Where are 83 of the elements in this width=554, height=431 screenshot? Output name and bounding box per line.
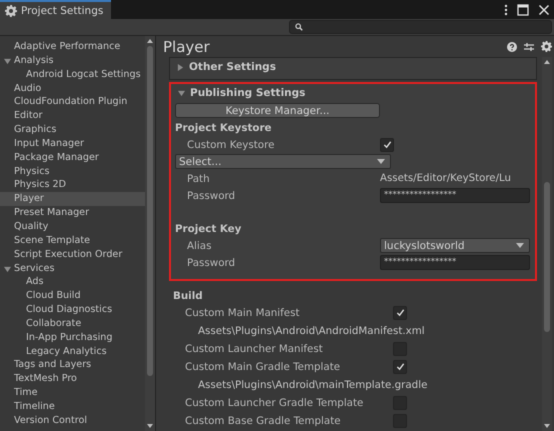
path-value: Assets\Plugins\Android\AndroidManifest.xml [197, 325, 425, 337]
close-icon[interactable] [538, 4, 550, 16]
sidebar-item[interactable]: Time [0, 386, 145, 400]
sidebar-item[interactable]: Services [0, 262, 145, 276]
checkmark-icon [382, 140, 392, 149]
sidebar-item[interactable]: Physics [0, 164, 145, 178]
group-heading: Project Keystore [174, 121, 273, 136]
sidebar-item[interactable]: Quality [0, 220, 145, 234]
field-label: Custom Launcher Manifest [184, 343, 324, 356]
sidebar-item[interactable]: Scene Template [0, 234, 145, 248]
sidebar-item[interactable]: Cloud Build [0, 289, 145, 304]
scrollbar[interactable] [145, 36, 155, 431]
sidebar-item[interactable]: Ads [0, 275, 145, 290]
sidebar-item[interactable]: Preset Manager [0, 206, 145, 220]
keystore-manager-button[interactable]: Keystore Manager... [175, 103, 380, 118]
search-field[interactable] [289, 20, 552, 34]
group-heading: Build [172, 289, 204, 304]
more-icon[interactable] [504, 4, 508, 16]
sidebar-item[interactable]: CloudFoundation Plugin [0, 95, 145, 110]
password-field[interactable]: ***************** [380, 255, 530, 270]
scroll-up-icon[interactable] [147, 39, 153, 43]
sidebar-item[interactable]: Timeline [0, 400, 145, 414]
dropdown[interactable]: luckyslotsworld [380, 238, 530, 253]
checkmark-icon [396, 362, 404, 372]
window-title: Project Settings [21, 4, 104, 16]
window-tab[interactable]: Project Settings [0, 0, 112, 19]
sidebar-item[interactable]: Script Execution Order [0, 248, 145, 262]
sidebar-item[interactable]: Player [0, 192, 145, 206]
sidebar-item[interactable]: TextMesh Pro [0, 372, 145, 386]
sidebar-item[interactable]: Analysis [0, 54, 145, 68]
field-label: Alias [186, 240, 212, 252]
field-label: Custom Main Manifest [184, 306, 301, 319]
help-icon[interactable] [507, 42, 517, 52]
scroll-down-icon[interactable] [544, 424, 550, 428]
checkbox[interactable] [393, 360, 407, 374]
sidebar-item[interactable]: Version Control [0, 414, 145, 428]
field-label: Password [186, 190, 236, 202]
section-title: Publishing Settings [190, 87, 306, 99]
caret-icon [377, 159, 385, 164]
sidebar-item[interactable]: Legacy Analytics [0, 344, 145, 358]
checkbox[interactable] [380, 138, 394, 152]
scroll-down-icon[interactable] [147, 424, 153, 428]
foldout-arrow-icon[interactable] [178, 90, 185, 96]
field-label: Password [186, 256, 236, 268]
checkmark-icon [396, 308, 404, 318]
inspector-title: Player [163, 38, 210, 56]
section-header[interactable]: Publishing Settings [174, 84, 532, 102]
sidebar-item[interactable]: Editor [0, 109, 145, 124]
foldout-arrow-icon[interactable] [4, 266, 11, 272]
search-icon [295, 23, 303, 31]
field-label: Custom Keystore [186, 138, 276, 150]
field-label: Path [186, 172, 211, 184]
sidebar-item[interactable]: Package Manager [0, 150, 145, 165]
path-value: Assets/Editor/KeyStore/Lu [380, 173, 512, 184]
group-heading: Project Key [174, 222, 242, 237]
sidebar-item[interactable]: Collaborate [0, 316, 145, 331]
scroll-up-icon[interactable] [544, 60, 550, 64]
sidebar-item[interactable]: Android Logcat Settings [0, 68, 145, 82]
sidebar-item[interactable]: Physics 2D [0, 178, 145, 192]
sidebar-item[interactable]: Cloud Diagnostics [0, 303, 145, 317]
path-value: Assets\Plugins\Android\mainTemplate.gradle [197, 379, 428, 391]
section-title: Other Settings [189, 61, 276, 73]
caret-icon [516, 243, 524, 248]
maximize-icon[interactable] [517, 4, 529, 16]
password-field[interactable]: ***************** [380, 188, 530, 203]
foldout-arrow-icon[interactable] [4, 58, 11, 65]
section-header[interactable]: Other Settings [173, 58, 533, 76]
sidebar-item[interactable]: Tags and Layers [0, 358, 145, 372]
field-label: Custom Base Gradle Template [184, 414, 342, 427]
sidebar-item[interactable]: In-App Purchasing [0, 330, 145, 345]
field-label: Custom Launcher Gradle Template [184, 397, 364, 410]
sidebar-item[interactable]: Audio [0, 82, 145, 96]
sidebar-item[interactable]: Adaptive Performance [0, 40, 145, 54]
sidebar-item[interactable]: Graphics [0, 123, 145, 137]
scrollbar[interactable] [542, 57, 552, 431]
checkbox[interactable] [393, 306, 407, 320]
foldout-arrow-icon[interactable] [177, 64, 184, 70]
sliders-icon[interactable] [524, 42, 534, 52]
sidebar-item[interactable]: Input Manager [0, 136, 145, 151]
settings-icon [5, 4, 17, 16]
settings-icon[interactable] [541, 41, 552, 52]
field-label: Custom Main Gradle Template [184, 360, 342, 373]
dropdown[interactable]: Select... [175, 154, 391, 169]
